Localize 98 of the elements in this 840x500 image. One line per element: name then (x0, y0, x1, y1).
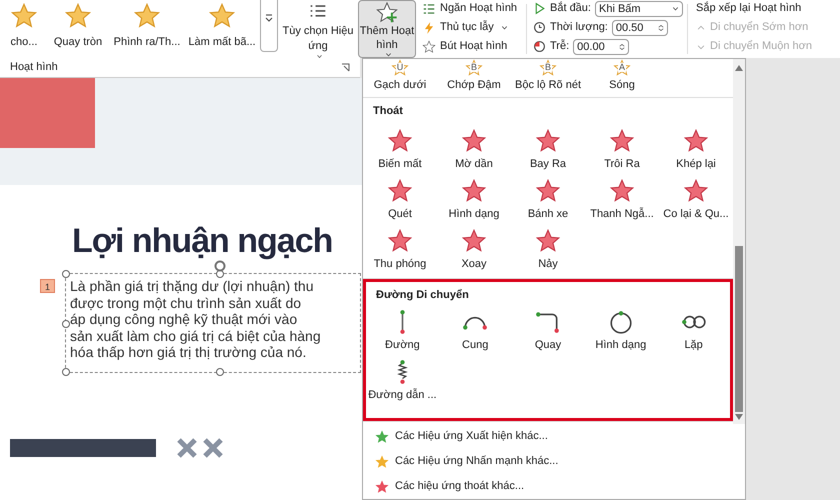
clock-icon (533, 21, 546, 34)
more-icon (265, 14, 273, 22)
star-icon (133, 2, 161, 30)
gallery-item[interactable]: Cung (438, 307, 512, 357)
gallery-item[interactable]: Co lại & Qu... (659, 174, 734, 224)
gallery-item[interactable]: Mờ dần (437, 124, 511, 174)
star-icon (535, 228, 561, 254)
painter-button[interactable]: Bút Hoạt hình (422, 38, 526, 55)
exit-star-icon (375, 480, 389, 494)
gallery-item[interactable]: Làm mất bã... (186, 0, 258, 50)
gallery-item[interactable]: B Chớp Đậm (437, 59, 511, 93)
delay-spinner[interactable]: 00.00 (573, 38, 630, 54)
entrance-star-icon (375, 430, 389, 444)
rotate-handle-icon[interactable] (213, 260, 228, 272)
star-icon (535, 178, 561, 204)
section-heading: Thoát (372, 104, 404, 119)
menu-item[interactable]: Các Hiệu ứng Xuất hiện khác... (363, 424, 734, 449)
star-icon (208, 2, 236, 30)
gallery-item[interactable]: Bánh xe (511, 174, 586, 224)
circle-path-icon (608, 309, 634, 335)
gallery-item[interactable]: Quét (363, 174, 437, 224)
star-plus-icon (374, 1, 400, 24)
play-icon (533, 2, 546, 15)
gallery-item[interactable]: Đường (366, 307, 439, 357)
star-icon: B (537, 59, 559, 74)
gallery-item[interactable]: Đường dẫn ... (366, 357, 439, 407)
cross-icon (176, 437, 198, 459)
star-icon (461, 128, 487, 154)
gallery-item[interactable]: Hình dạng (437, 174, 511, 224)
resize-handle[interactable] (62, 320, 70, 328)
duration-spinner[interactable]: 00.50 (612, 20, 668, 36)
star-icon (461, 228, 487, 254)
star-icon (683, 178, 710, 204)
star-icon (609, 128, 636, 154)
star-icon (387, 228, 413, 254)
add-animation-button[interactable]: Thêm Hoạt hình (358, 0, 416, 58)
section-heading: Đường Di chuyển (375, 288, 470, 302)
scrollbar-thumb[interactable] (735, 246, 744, 412)
resize-handle[interactable] (62, 270, 70, 278)
gallery-item[interactable]: Xoay (437, 224, 511, 274)
resize-handle[interactable] (216, 368, 224, 376)
resize-handle[interactable] (62, 368, 70, 376)
scroll-up-icon[interactable] (735, 65, 744, 71)
star-icon (609, 178, 636, 204)
star-icon (64, 2, 92, 30)
star-icon (387, 178, 413, 204)
emphasis-star-icon (375, 454, 389, 468)
gallery-item[interactable]: Khép lại (659, 124, 734, 174)
gallery-item[interactable]: B Bộc lộ Rõ nét (511, 59, 586, 93)
menu-item[interactable]: Các Hiệu ứng Nhấn mạnh khác... (363, 449, 734, 474)
slide-title: Lợi nhuận ngạch (72, 225, 332, 257)
star-icon (461, 178, 487, 204)
star-icon (387, 128, 413, 154)
caret-icon (316, 54, 323, 58)
line-path-icon (398, 309, 406, 335)
star-icon (683, 128, 710, 154)
star-brush-icon (422, 40, 436, 54)
delay-label: Trễ: (550, 38, 570, 54)
start-label: Bắt đầu: (550, 0, 591, 16)
group-label: Hoạt hình (10, 60, 58, 76)
gallery-item[interactable]: Nảy (511, 224, 586, 274)
gallery-item[interactable]: Phình ra/Th... (108, 0, 186, 50)
scrollbar[interactable] (733, 59, 745, 424)
star-icon (10, 2, 38, 30)
reorder-title: Sắp xếp lại Hoạt hình (696, 0, 802, 16)
gallery-item[interactable]: Quay (512, 307, 584, 357)
caret-icon (672, 6, 679, 11)
delay-clock-icon (533, 40, 546, 53)
body-text: Là phần giá trị thặng dư (lợi nhuận) thu được trong một chu trình sản xuất do áp dụng công nghệ kỹ thuật mới vào sản xuất làm cho giá trị cá biệt của hàng hóa thấp hơn giá trị thị trường của nó. (70, 278, 322, 360)
star-icon (535, 128, 561, 154)
gallery-item[interactable]: A Sóng (585, 59, 660, 93)
dialog-launcher-icon[interactable] (341, 63, 350, 72)
gallery-item[interactable]: Bay Ra (511, 124, 586, 174)
star-icon: A (611, 59, 634, 74)
gallery-item[interactable]: Trôi Ra (585, 124, 660, 174)
zigzag-path-icon (396, 359, 408, 385)
gallery-item[interactable]: Thanh Ngẫ... (585, 174, 660, 224)
trigger-button[interactable]: Thủ tục lẫy (422, 19, 526, 36)
pane-button[interactable]: Ngăn Hoạt hình (422, 0, 526, 17)
gallery-item[interactable]: Quay tròn (48, 0, 108, 50)
pane-icon (422, 2, 436, 16)
gallery-item[interactable]: Hình dạng (584, 307, 658, 357)
star-icon: B (463, 59, 485, 74)
effect-options-button[interactable]: Tùy chọn Hiệu ứng (278, 0, 358, 58)
gallery-item[interactable]: U Gạch dưới (363, 59, 437, 93)
gallery-item[interactable]: Lặp (657, 307, 730, 357)
start-dropdown[interactable]: Khi Bấm (594, 0, 683, 16)
animation-tag[interactable]: 1 (40, 279, 56, 293)
caret-icon (500, 25, 508, 30)
gallery-item[interactable]: Biến mất (363, 124, 437, 174)
star-icon: U (389, 59, 411, 74)
cross-icon (202, 437, 224, 459)
gallery-item[interactable]: cho... (0, 0, 48, 50)
scroll-down-icon[interactable] (735, 414, 744, 420)
duration-label: Thời lượng: (550, 20, 608, 36)
caret-icon (385, 52, 392, 57)
menu-item[interactable]: Các hiệu ứng thoát khác... (363, 474, 734, 499)
gallery-item[interactable]: Thu phóng (363, 224, 437, 274)
